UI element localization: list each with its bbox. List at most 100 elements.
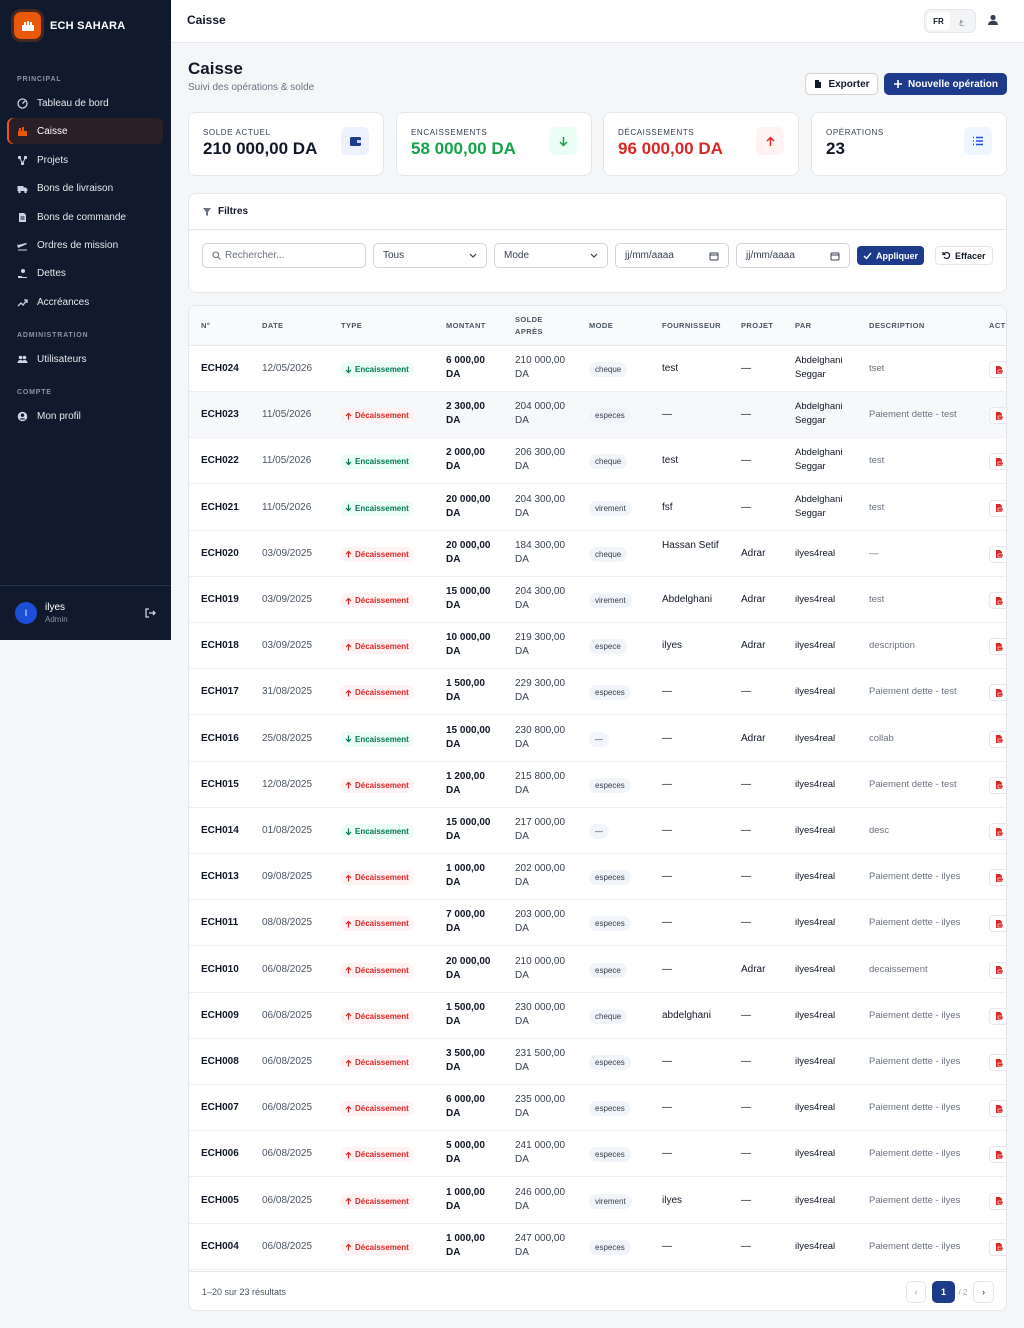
sidebar-item-dettes[interactable]: Dettes xyxy=(7,260,163,286)
pdf-button[interactable] xyxy=(989,1238,1006,1256)
col-num[interactable]: N° xyxy=(201,320,210,332)
table-row[interactable]: ECH014 01/08/2025 Encaissement 15 000,00 DA 2… xyxy=(189,808,1006,854)
pdf-button[interactable] xyxy=(989,592,1006,609)
lang-fr-button[interactable]: FR xyxy=(927,12,950,30)
col-date[interactable]: DATE xyxy=(262,320,283,332)
sidebar-item-projets[interactable]: Projets xyxy=(7,147,163,173)
type-badge: Encaissement xyxy=(340,362,414,377)
table-row[interactable]: ECH018 03/09/2025 Décaissement 10 000,00 DA 2… xyxy=(189,623,1006,670)
list-icon xyxy=(964,127,992,155)
c-solde-unit: DA xyxy=(515,1062,529,1073)
date-from-input[interactable]: jj/mm/aaaa xyxy=(615,243,729,268)
table-row[interactable]: ECH020 03/09/2025 Décaissement 20 000,00 DA 1… xyxy=(189,531,1006,577)
table-footer: 1–20 sur 23 résultats ‹ 1 / 2 › xyxy=(189,1271,1006,1310)
sidebar-item-ordres-de-mission[interactable]: Ordres de mission xyxy=(7,232,163,258)
type-label: Décaissement xyxy=(355,1058,409,1067)
table-row[interactable]: ECH022 11/05/2026 Encaissement 2 000,00 DA 20… xyxy=(189,438,1006,485)
table-row[interactable]: ECH009 06/08/2025 Décaissement 1 500,00 DA 23… xyxy=(189,993,1006,1039)
c-amt-unit: DA xyxy=(446,461,461,473)
table-row[interactable]: ECH010 06/08/2025 Décaissement 20 000,00 DA 2… xyxy=(189,947,1006,993)
col-description[interactable]: DESCRIPTION xyxy=(869,320,925,332)
prev-page-button[interactable]: ‹ xyxy=(906,1281,926,1303)
page-subtitle: Suivi des opérations & solde xyxy=(188,82,315,93)
c-solde-unit: DA xyxy=(515,738,529,750)
op-date: 06/08/2025 xyxy=(262,1009,313,1021)
pdf-button[interactable] xyxy=(989,1100,1006,1118)
sidebar-item-utilisateurs[interactable]: Utilisateurs xyxy=(7,346,163,372)
pdf-button[interactable] xyxy=(989,869,1006,887)
table-row[interactable]: ECH013 09/08/2025 Décaissement 1 000,00 DA 20… xyxy=(189,854,1006,901)
col-mode[interactable]: MODE xyxy=(589,320,613,332)
pdf-button[interactable] xyxy=(989,499,1006,517)
mode-badge: espece xyxy=(589,962,627,978)
pdf-button[interactable] xyxy=(989,1192,1006,1210)
stat-card-solde: SOLDE ACTUEL 210 000,00 DA xyxy=(188,112,384,176)
col-solde[interactable]: SOLDE APRÈS xyxy=(515,314,555,338)
pdf-button[interactable] xyxy=(989,453,1006,471)
table-row[interactable]: ECH015 12/08/2025 Décaissement 1 200,00 DA 21… xyxy=(189,762,1006,808)
arrow-up-icon xyxy=(345,1105,352,1113)
table-row[interactable]: ECH007 06/08/2025 Décaissement 6 000,00 DA 23… xyxy=(189,1085,1006,1132)
table-row[interactable]: ECH011 08/08/2025 Décaissement 7 000,00 DA 20… xyxy=(189,900,1006,947)
user-icon[interactable] xyxy=(986,13,1000,27)
filters-header[interactable]: Filtres xyxy=(189,194,1006,230)
avatar[interactable]: I xyxy=(15,602,37,624)
sidebar-item-mon-profil[interactable]: Mon profil xyxy=(7,403,163,429)
c-solde-value: 235 000,00 xyxy=(515,1094,566,1106)
next-page-button[interactable]: › xyxy=(973,1281,994,1303)
pdf-button[interactable] xyxy=(989,684,1006,702)
table-row[interactable]: ECH023 11/05/2026 Décaissement 2 300,00 DA 20… xyxy=(189,392,1006,439)
lang-ar-button[interactable]: ع xyxy=(950,12,973,30)
pdf-button[interactable] xyxy=(989,776,1006,794)
pdf-button[interactable] xyxy=(989,1007,1006,1025)
pdf-button[interactable] xyxy=(989,915,1006,933)
col-type[interactable]: TYPE xyxy=(341,320,362,332)
sidebar-item-caisse[interactable]: Caisse xyxy=(7,118,163,144)
date-to-input[interactable]: jj/mm/aaaa xyxy=(736,243,850,268)
par: ilyes4real xyxy=(795,1194,836,1206)
pdf-button[interactable] xyxy=(989,1146,1006,1164)
table-row[interactable]: ECH016 25/08/2025 Encaissement 15 000,00 DA 2… xyxy=(189,716,1006,762)
search-input[interactable]: Rechercher... xyxy=(202,243,366,268)
table-row[interactable]: ECH004 06/08/2025 Décaissement 1 000,00 DA 24… xyxy=(189,1224,1006,1270)
new-operation-button[interactable]: Nouvelle opération xyxy=(884,73,1007,95)
sidebar-item-bons-de-commande[interactable]: Bons de commande xyxy=(7,204,163,230)
table-row[interactable]: ECH008 06/08/2025 Décaissement 3 500,00 DA 23… xyxy=(189,1039,1006,1085)
c-solde-unit: DA xyxy=(515,646,529,658)
page-1-button[interactable]: 1 xyxy=(932,1281,955,1303)
pdf-button[interactable] xyxy=(989,823,1006,840)
par: ilyes4real xyxy=(795,1056,836,1067)
pdf-button[interactable] xyxy=(989,961,1006,979)
pdf-button[interactable] xyxy=(989,545,1006,563)
brand[interactable]: ECH SAHARA xyxy=(14,12,125,39)
mode-select[interactable]: Mode xyxy=(494,243,608,268)
logout-icon[interactable] xyxy=(144,607,156,619)
table-row[interactable]: ECH021 11/05/2026 Encaissement 20 000,00 DA 2… xyxy=(189,485,1006,531)
clear-button[interactable]: Effacer xyxy=(935,246,993,265)
pdf-button[interactable] xyxy=(989,730,1006,748)
table-row[interactable]: ECH017 31/08/2025 Décaissement 1 500,00 DA 22… xyxy=(189,669,1006,716)
col-montant[interactable]: MONTANT xyxy=(446,320,486,332)
sidebar-item-tableau-de-bord[interactable]: Tableau de bord xyxy=(7,90,163,116)
table-row[interactable]: ECH024 12/05/2026 Encaissement 6 000,00 DA 21… xyxy=(189,346,1006,392)
sidebar-item-bons-de-livraison[interactable]: Bons de livraison xyxy=(7,175,163,201)
pdf-button[interactable] xyxy=(989,1054,1006,1071)
col-projet[interactable]: PROJET xyxy=(741,320,773,332)
user-circle-icon xyxy=(17,411,28,421)
sidebar-item-accréances[interactable]: Accréances xyxy=(7,289,163,315)
type-select[interactable]: Tous xyxy=(373,243,487,268)
col-fournisseur[interactable]: FOURNISSEUR xyxy=(662,320,721,332)
c-amt-value: 20 000,00 xyxy=(446,493,491,505)
table-row[interactable]: ECH006 06/08/2025 Décaissement 5 000,00 DA 24… xyxy=(189,1131,1006,1178)
pdf-button[interactable] xyxy=(989,361,1006,378)
export-button[interactable]: Exporter xyxy=(805,73,878,95)
c-amt-unit: DA xyxy=(446,1246,461,1258)
table-row[interactable]: ECH005 06/08/2025 Décaissement 1 000,00 DA 24… xyxy=(189,1178,1006,1224)
apply-button[interactable]: Appliquer xyxy=(857,246,924,265)
pdf-button[interactable] xyxy=(989,407,1006,425)
description: desc xyxy=(869,825,890,836)
type-badge: Décaissement xyxy=(340,408,414,424)
col-par[interactable]: PAR xyxy=(795,320,811,332)
table-row[interactable]: ECH019 03/09/2025 Décaissement 15 000,00 DA 2… xyxy=(189,577,1006,623)
pdf-button[interactable] xyxy=(989,638,1006,656)
